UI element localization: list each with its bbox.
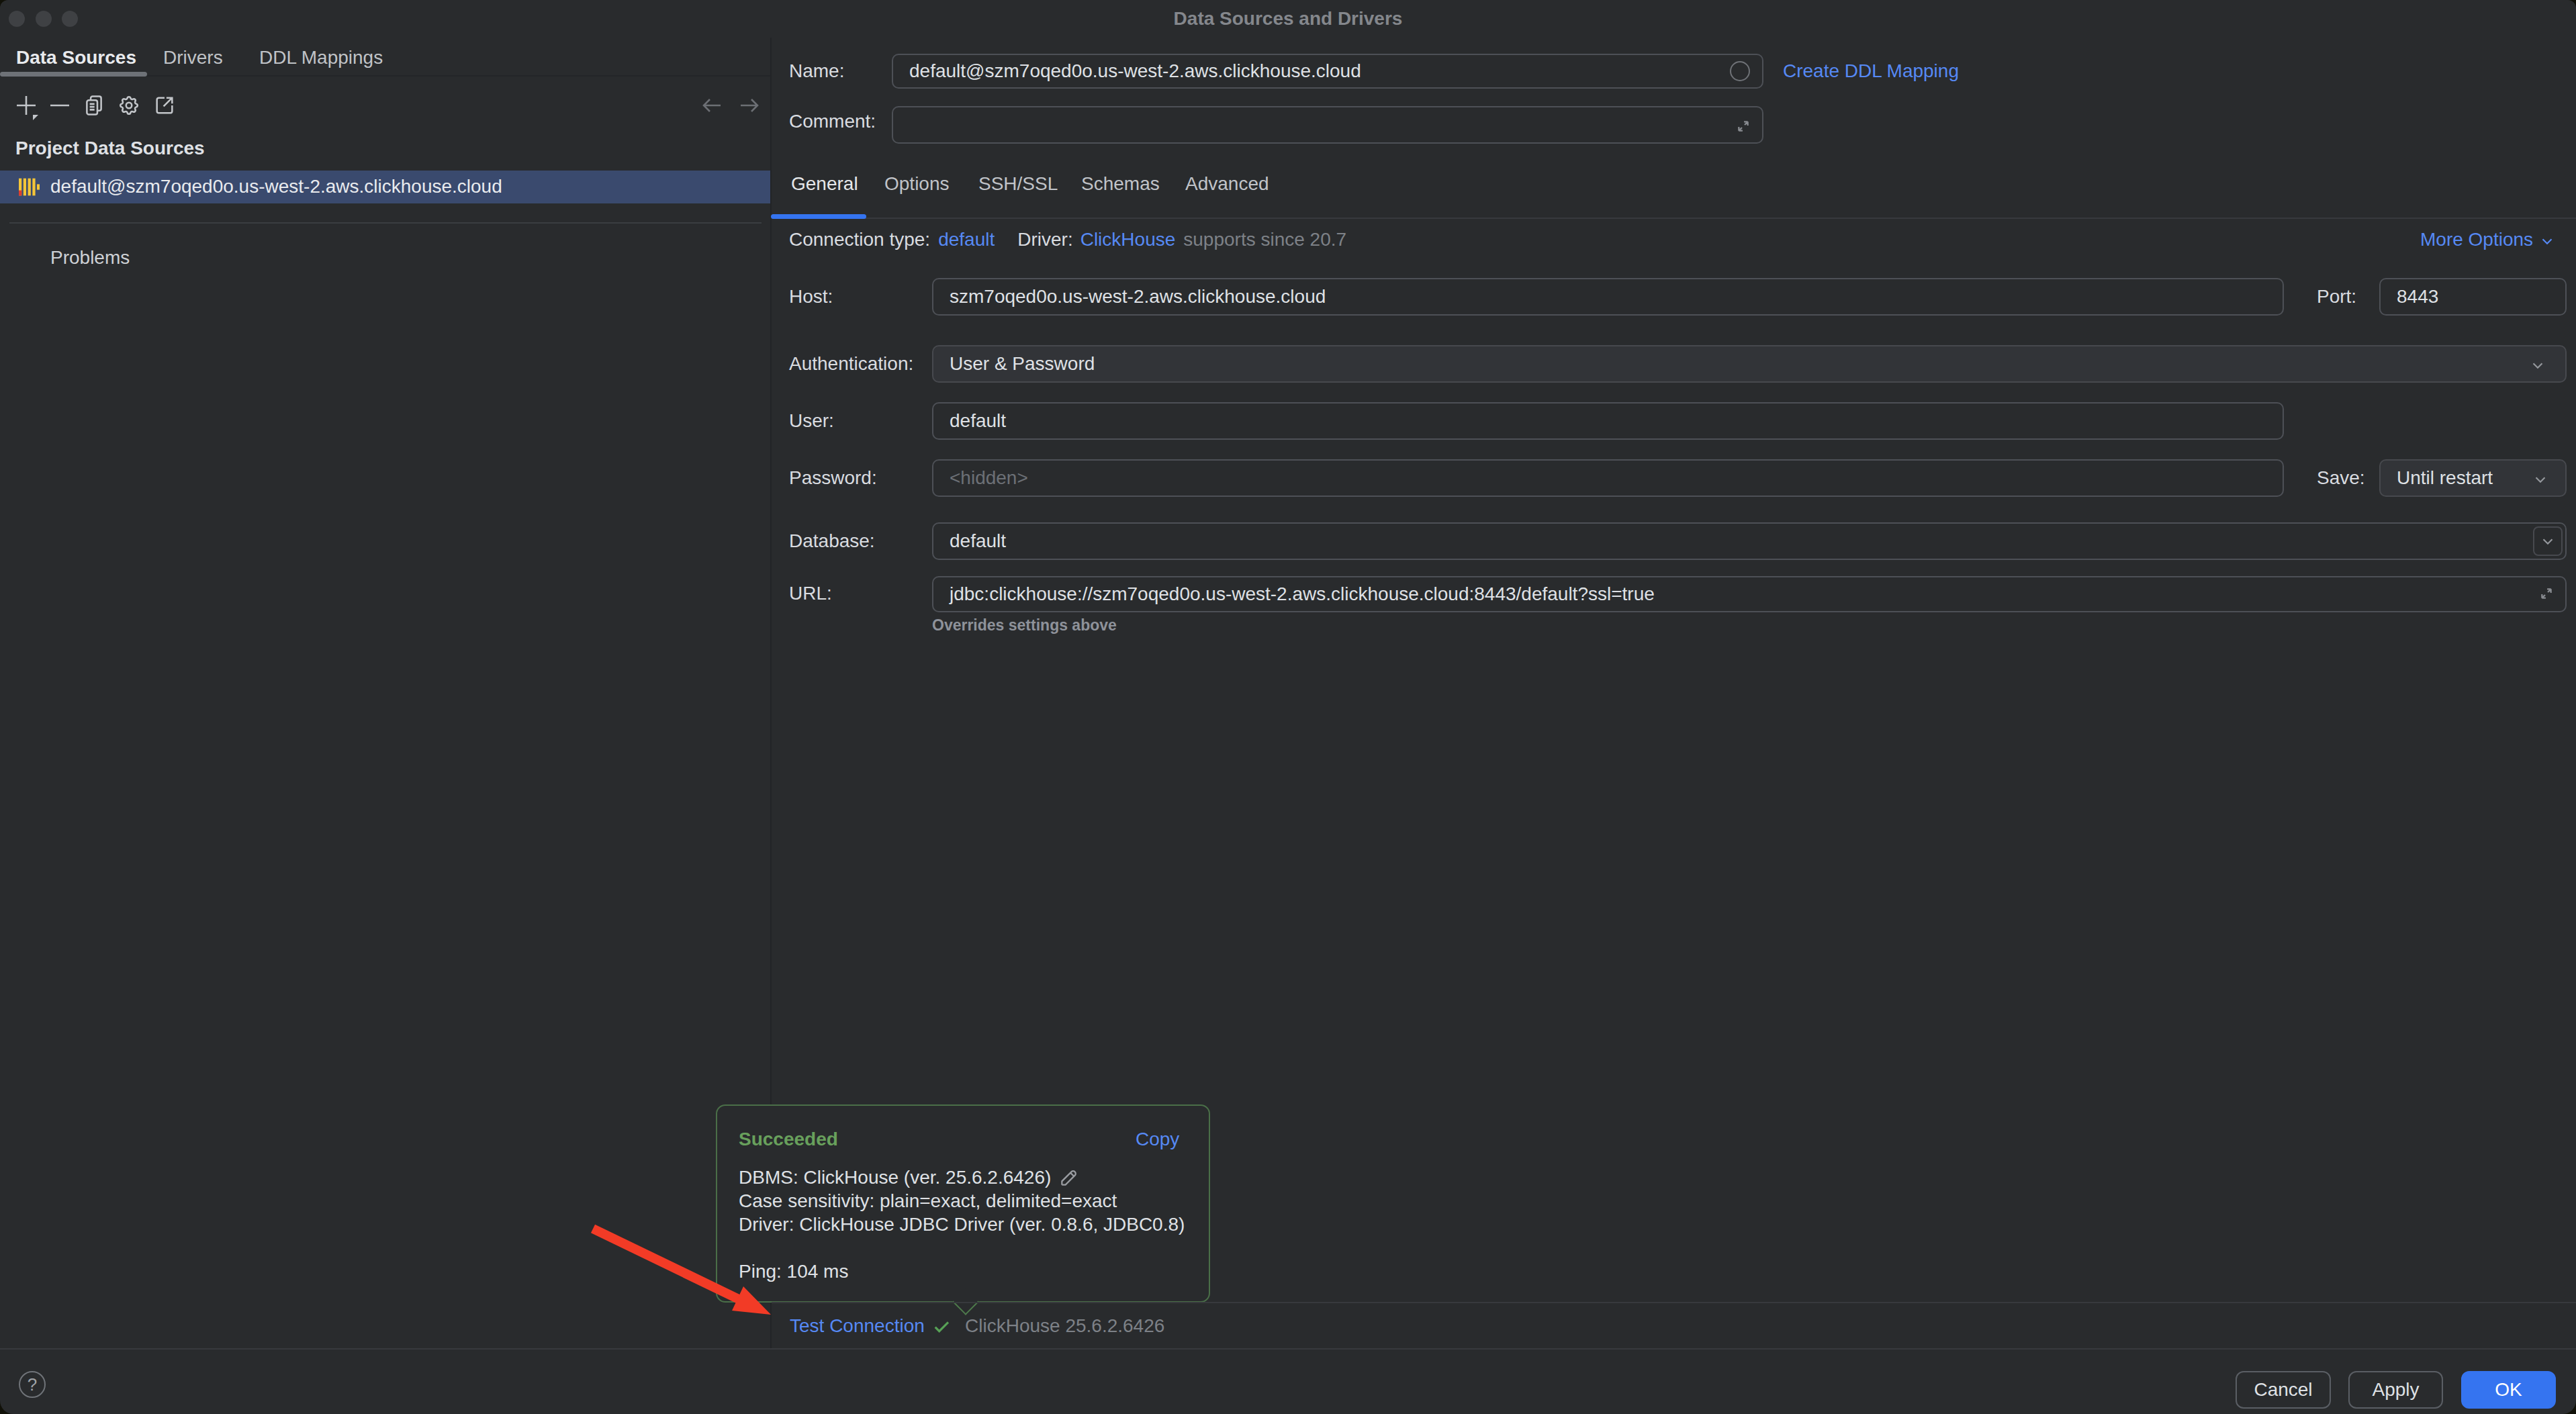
database-label: Database: bbox=[789, 529, 875, 553]
port-label: Port: bbox=[2317, 285, 2356, 309]
popup-case-line: Case sensitivity: plain=exact, delimited… bbox=[739, 1189, 1117, 1213]
expand-icon[interactable] bbox=[1733, 115, 1754, 137]
duplicate-data-source-button[interactable] bbox=[83, 94, 105, 117]
connection-type-value[interactable]: default bbox=[938, 229, 995, 250]
data-source-list-item[interactable]: default@szm7oqed0o.us-west-2.aws.clickho… bbox=[0, 171, 771, 203]
active-tab-underline bbox=[771, 214, 866, 219]
host-input[interactable]: szm7oqed0o.us-west-2.aws.clickhouse.clou… bbox=[932, 278, 2284, 316]
popup-dbms-line: DBMS: ClickHouse (ver. 25.6.2.6426) bbox=[739, 1166, 1051, 1190]
forward-arrow-icon bbox=[737, 94, 762, 117]
chevron-down-icon bbox=[2538, 232, 2556, 250]
save-select[interactable]: Until restart bbox=[2379, 459, 2567, 497]
database-dropdown-button[interactable] bbox=[2533, 526, 2563, 556]
bottombar-divider bbox=[0, 1348, 2576, 1350]
popup-driver-line: Driver: ClickHouse JDBC Driver (ver. 0.8… bbox=[739, 1213, 1185, 1237]
name-label: Name: bbox=[789, 59, 844, 83]
driver-label: Driver: bbox=[1017, 229, 1072, 250]
comment-label: Comment: bbox=[789, 109, 876, 134]
password-input[interactable]: <hidden> bbox=[932, 459, 2284, 497]
port-value: 8443 bbox=[2381, 286, 2438, 308]
clickhouse-icon bbox=[19, 177, 40, 197]
gear-icon bbox=[118, 94, 140, 117]
url-value: jdbc:clickhouse://szm7oqed0o.us-west-2.a… bbox=[933, 583, 1655, 605]
duplicate-icon bbox=[83, 94, 105, 117]
right-tabstrip-divider bbox=[772, 218, 2576, 219]
user-label: User: bbox=[789, 409, 834, 433]
driver-note: supports since 20.7 bbox=[1183, 229, 1346, 250]
chevron-down-icon bbox=[2539, 532, 2557, 550]
tab-general[interactable]: General bbox=[791, 172, 858, 196]
annotation-arrow bbox=[578, 1209, 792, 1336]
authentication-value: User & Password bbox=[933, 353, 1095, 375]
password-placeholder: <hidden> bbox=[933, 467, 1028, 489]
url-label: URL: bbox=[789, 581, 832, 606]
tab-ssh-ssl[interactable]: SSH/SSL bbox=[978, 172, 1058, 196]
save-value: Until restart bbox=[2381, 467, 2493, 489]
expand-icon[interactable] bbox=[2536, 583, 2557, 604]
problems-item[interactable]: Problems bbox=[50, 246, 130, 270]
back-arrow-icon bbox=[700, 94, 724, 117]
test-connection-link[interactable]: Test Connection bbox=[790, 1314, 925, 1338]
popup-status: Succeeded bbox=[739, 1127, 838, 1151]
remove-data-source-button[interactable] bbox=[48, 94, 71, 117]
footer-divider bbox=[772, 1302, 2576, 1303]
url-note: Overrides settings above bbox=[932, 616, 1117, 634]
database-combo[interactable]: default bbox=[932, 522, 2567, 560]
tab-advanced[interactable]: Advanced bbox=[1185, 172, 1269, 196]
create-ddl-mapping-link[interactable]: Create DDL Mapping bbox=[1783, 59, 1959, 83]
tab-ddl-mappings[interactable]: DDL Mappings bbox=[259, 46, 383, 70]
more-options-link[interactable]: More Options bbox=[2420, 228, 2533, 252]
url-input[interactable]: jdbc:clickhouse://szm7oqed0o.us-west-2.a… bbox=[932, 576, 2567, 612]
connection-type-label: Connection type: bbox=[789, 229, 930, 250]
authentication-select[interactable]: User & Password bbox=[932, 345, 2567, 383]
help-icon[interactable]: ? bbox=[19, 1371, 46, 1398]
data-source-item-label: default@szm7oqed0o.us-west-2.aws.clickho… bbox=[50, 175, 502, 199]
database-value: default bbox=[933, 530, 1006, 552]
project-data-sources-header: Project Data Sources bbox=[15, 136, 205, 160]
chevron-down-icon bbox=[2529, 357, 2546, 374]
data-source-settings-button[interactable] bbox=[118, 94, 140, 117]
test-result: ClickHouse 25.6.2.6426 bbox=[965, 1314, 1164, 1338]
color-chip-icon[interactable] bbox=[1730, 61, 1750, 81]
data-sources-dialog: Data Sources and Drivers Data Sources Dr… bbox=[0, 0, 2576, 1414]
user-input[interactable]: default bbox=[932, 402, 2284, 440]
host-label: Host: bbox=[789, 285, 833, 309]
save-label: Save: bbox=[2317, 466, 2365, 490]
window-title: Data Sources and Drivers bbox=[0, 7, 2576, 31]
host-value: szm7oqed0o.us-west-2.aws.clickhouse.clou… bbox=[933, 286, 1326, 308]
cancel-button[interactable]: Cancel bbox=[2236, 1371, 2331, 1409]
tab-schemas[interactable]: Schemas bbox=[1081, 172, 1160, 196]
forward-button[interactable] bbox=[737, 94, 762, 117]
password-label: Password: bbox=[789, 466, 877, 490]
port-input[interactable]: 8443 bbox=[2379, 278, 2567, 316]
copy-link[interactable]: Copy bbox=[1136, 1127, 1179, 1151]
ok-button[interactable]: OK bbox=[2461, 1371, 2556, 1409]
open-in-new-window-button[interactable] bbox=[153, 94, 176, 117]
name-value: default@szm7oqed0o.us-west-2.aws.clickho… bbox=[893, 60, 1361, 82]
user-value: default bbox=[933, 410, 1006, 432]
driver-value-link[interactable]: ClickHouse bbox=[1080, 229, 1176, 250]
minus-icon bbox=[48, 94, 71, 117]
open-in-new-icon bbox=[153, 94, 176, 117]
tab-drivers[interactable]: Drivers bbox=[163, 46, 223, 70]
pencil-icon[interactable] bbox=[1058, 1167, 1080, 1188]
comment-input[interactable] bbox=[892, 106, 1763, 144]
plus-icon bbox=[15, 94, 42, 121]
chevron-down-icon bbox=[2532, 471, 2549, 488]
back-button[interactable] bbox=[700, 94, 724, 117]
apply-button[interactable]: Apply bbox=[2348, 1371, 2443, 1409]
tab-options[interactable]: Options bbox=[884, 172, 950, 196]
add-data-source-button[interactable] bbox=[15, 94, 42, 121]
check-icon bbox=[931, 1316, 952, 1337]
tab-data-sources[interactable]: Data Sources bbox=[16, 46, 136, 70]
authentication-label: Authentication: bbox=[789, 352, 913, 376]
name-input[interactable]: default@szm7oqed0o.us-west-2.aws.clickho… bbox=[892, 54, 1763, 89]
left-list-divider bbox=[9, 222, 762, 224]
left-active-tab-underline bbox=[0, 72, 147, 77]
